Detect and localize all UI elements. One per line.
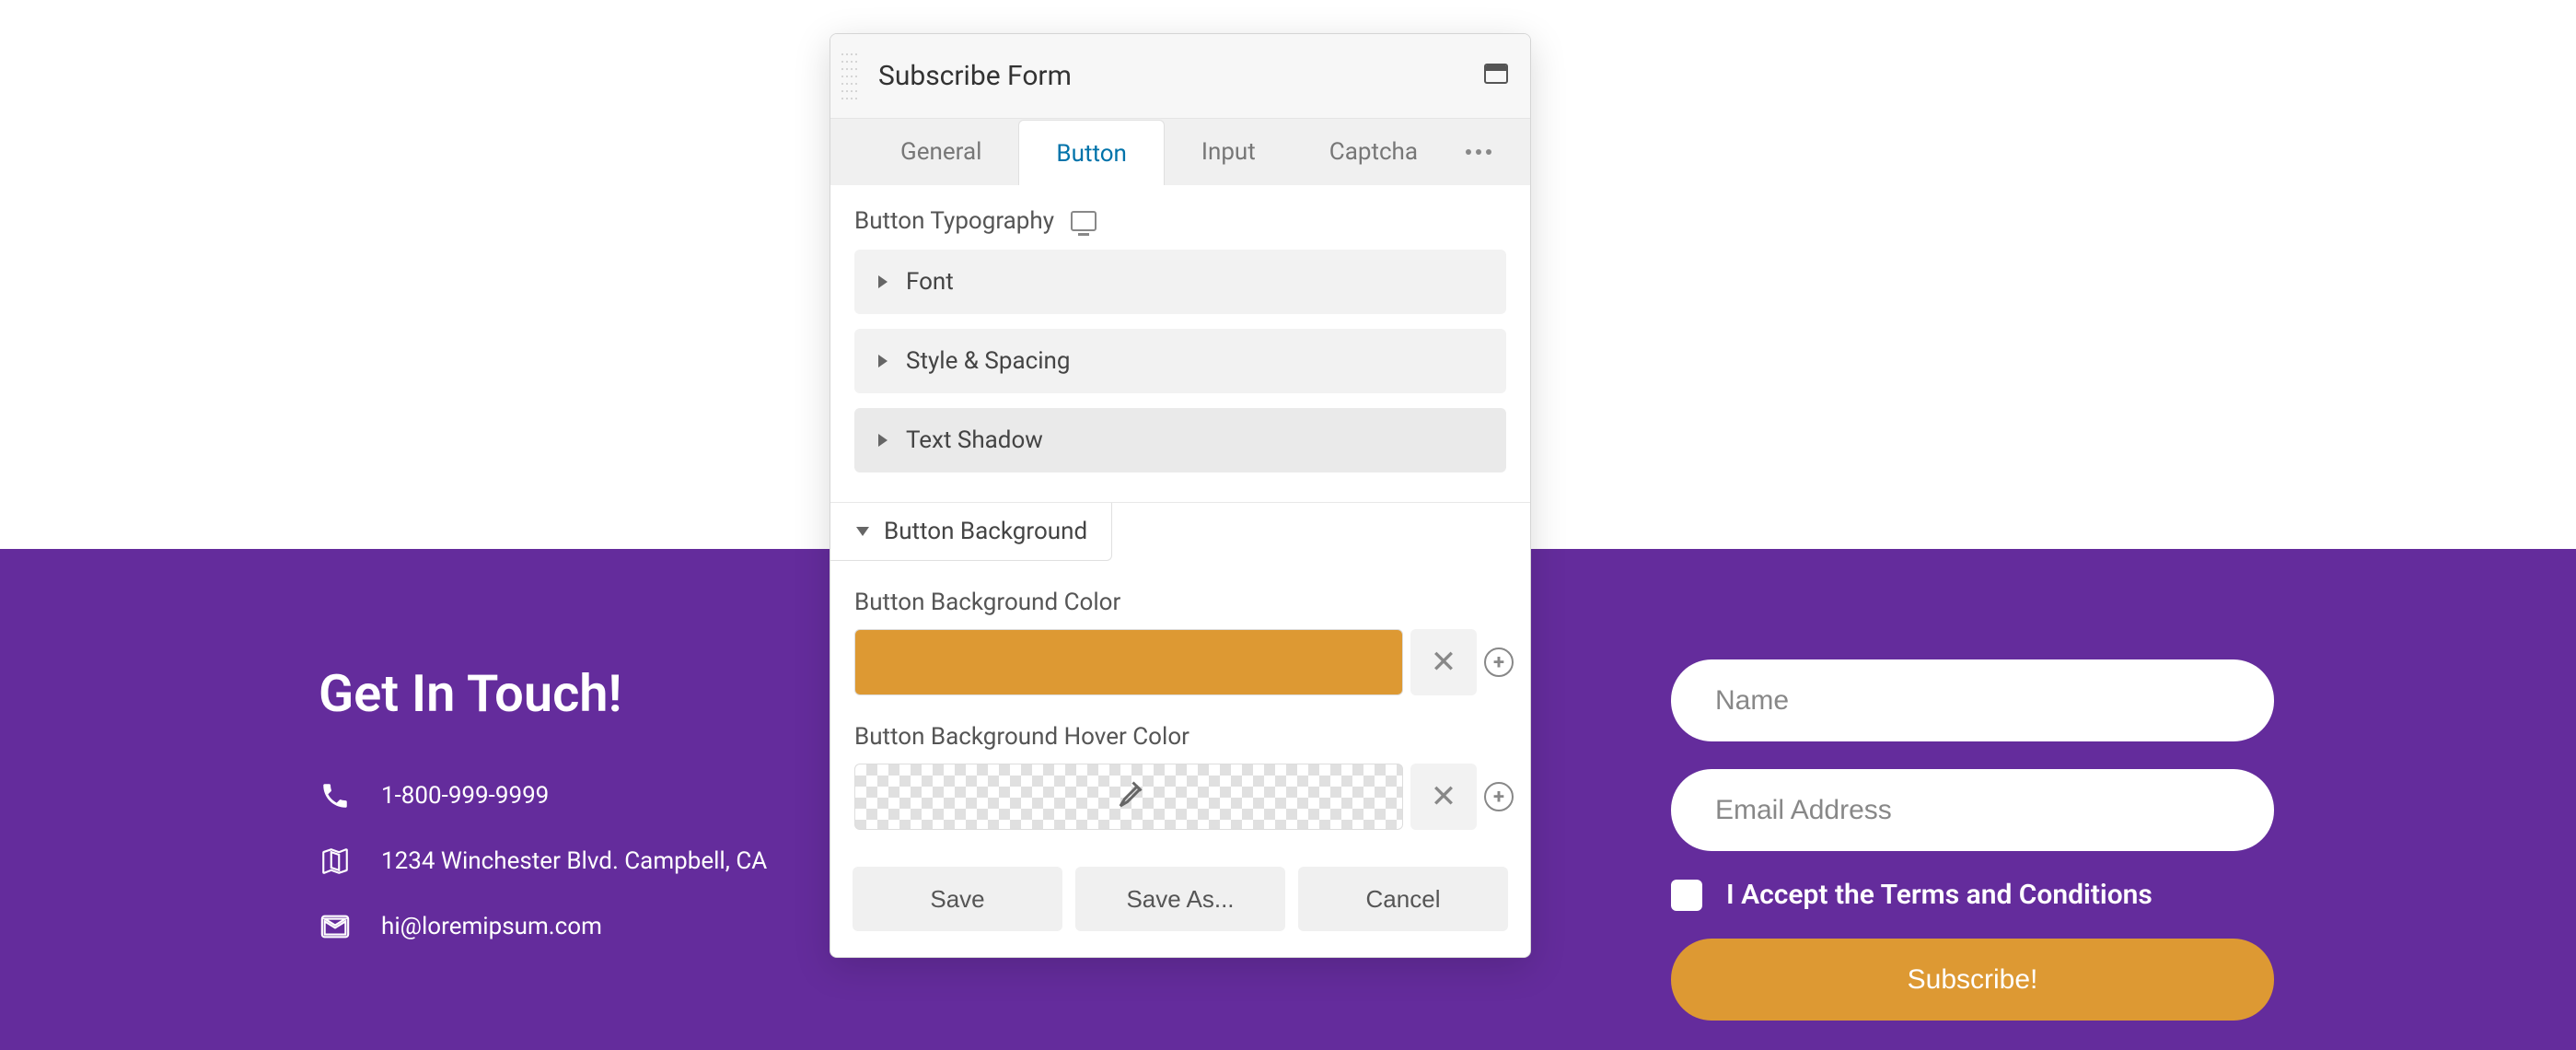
chevron-right-icon [878, 355, 888, 368]
map-icon [319, 845, 352, 878]
get-in-touch-section: Get In Touch! 1-800-999-9999 1234 Winche… [319, 663, 767, 975]
terms-row: I Accept the Terms and Conditions [1671, 879, 2274, 911]
editor-panel: Subscribe Form General Button Input Capt… [830, 33, 1531, 958]
subscribe-button[interactable]: Subscribe! [1671, 939, 2274, 1021]
save-button[interactable]: Save [853, 867, 1062, 931]
name-input[interactable] [1671, 659, 2274, 741]
text-shadow-label: Text Shadow [906, 426, 1043, 454]
accordion-text-shadow[interactable]: Text Shadow [854, 408, 1506, 472]
chevron-down-icon [856, 527, 869, 536]
tabs-row: General Button Input Captcha [830, 119, 1530, 185]
bg-hover-label: Button Background Hover Color [830, 695, 1530, 764]
terms-label: I Accept the Terms and Conditions [1726, 879, 2152, 911]
bg-hover-clear-button[interactable]: ✕ [1410, 764, 1477, 830]
eyedropper-icon [1112, 778, 1145, 815]
button-background-header[interactable]: Button Background [830, 503, 1112, 561]
tab-captcha[interactable]: Captcha [1293, 119, 1455, 185]
window-icon[interactable] [1484, 64, 1508, 84]
bg-hover-row: ✕ + [830, 764, 1530, 830]
email-input[interactable] [1671, 769, 2274, 851]
chevron-right-icon [878, 434, 888, 447]
tab-general[interactable]: General [864, 119, 1018, 185]
tab-button[interactable]: Button [1018, 120, 1164, 186]
bg-color-swatch[interactable] [854, 629, 1403, 695]
accordion-style-spacing[interactable]: Style & Spacing [854, 329, 1506, 393]
panel-body[interactable]: Button Typography Font Style & Spacing T… [830, 185, 1530, 848]
font-label: Font [906, 268, 954, 296]
address-text: 1234 Winchester Blvd. Campbell, CA [381, 847, 767, 875]
bg-color-row: ✕ + [830, 629, 1530, 695]
bg-hover-swatch[interactable] [854, 764, 1403, 830]
accordion-font[interactable]: Font [854, 250, 1506, 314]
drag-handle-icon[interactable] [841, 53, 858, 99]
more-icon[interactable] [1466, 149, 1491, 155]
typography-label-text: Button Typography [854, 207, 1054, 235]
bg-color-clear-button[interactable]: ✕ [1410, 629, 1477, 695]
save-as-button[interactable]: Save As... [1075, 867, 1285, 931]
phone-text: 1-800-999-9999 [381, 782, 549, 810]
bg-hover-add-button[interactable]: + [1484, 782, 1514, 811]
envelope-icon [319, 910, 352, 943]
terms-checkbox[interactable] [1671, 880, 1702, 911]
cancel-button[interactable]: Cancel [1298, 867, 1508, 931]
contact-phone-row: 1-800-999-9999 [319, 779, 767, 812]
panel-header: Subscribe Form [830, 34, 1530, 119]
bg-color-label: Button Background Color [830, 561, 1530, 629]
bg-color-add-button[interactable]: + [1484, 648, 1514, 677]
email-text: hi@loremipsum.com [381, 913, 602, 940]
style-spacing-label: Style & Spacing [906, 347, 1071, 375]
desktop-icon[interactable] [1071, 211, 1097, 231]
panel-footer: Save Save As... Cancel [830, 848, 1530, 957]
tab-input[interactable]: Input [1165, 119, 1293, 185]
contact-email-row: hi@loremipsum.com [319, 910, 767, 943]
panel-title: Subscribe Form [878, 60, 1072, 92]
button-background-section: Button Background Button Background Colo… [830, 502, 1530, 830]
chevron-right-icon [878, 275, 888, 288]
subscribe-form: I Accept the Terms and Conditions Subscr… [1671, 659, 2274, 1021]
typography-section-label: Button Typography [830, 185, 1530, 250]
background-header-label: Button Background [884, 518, 1087, 545]
contact-address-row: 1234 Winchester Blvd. Campbell, CA [319, 845, 767, 878]
phone-icon [319, 779, 352, 812]
get-in-touch-title: Get In Touch! [319, 663, 767, 724]
